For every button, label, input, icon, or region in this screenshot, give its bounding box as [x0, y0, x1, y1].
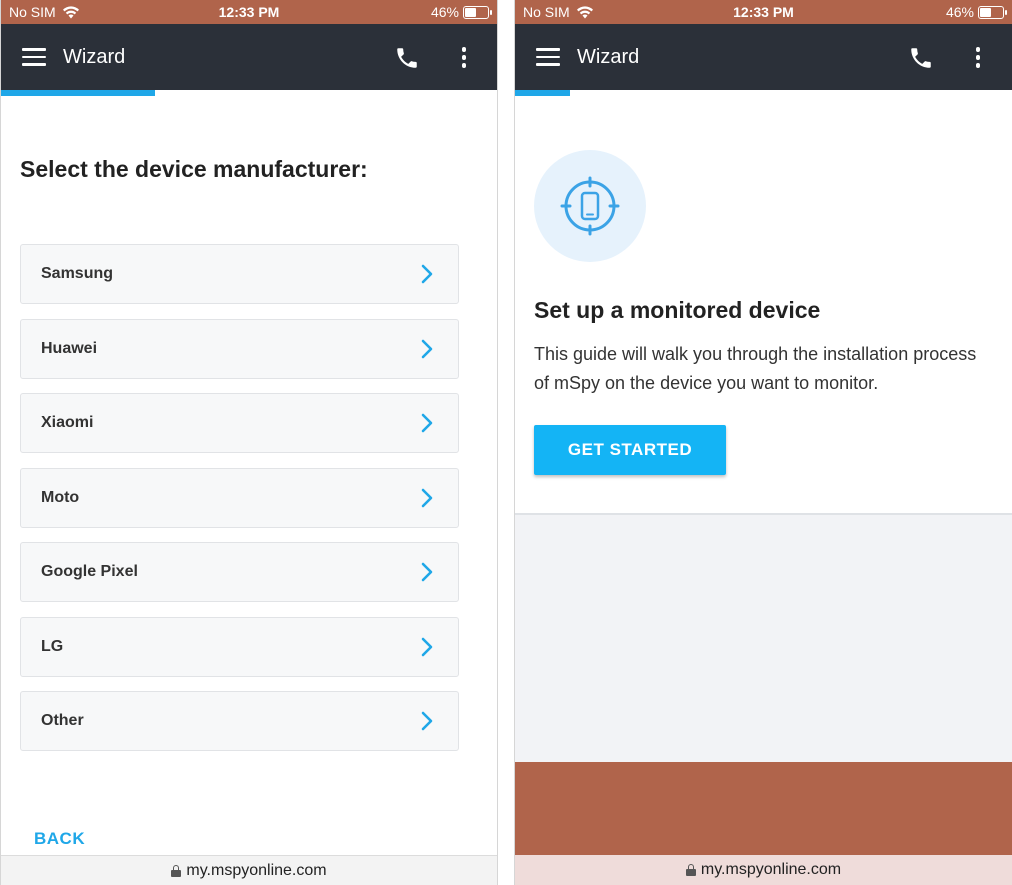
left-screen: No SIM 12:33 PM 46% Wizard Select the de… — [0, 0, 498, 885]
lock-icon — [685, 864, 696, 876]
battery-icon — [978, 5, 1007, 19]
manufacturer-item-other[interactable]: Other — [20, 691, 459, 751]
manufacturer-item-xiaomi[interactable]: Xiaomi — [20, 393, 459, 453]
url-text: my.mspyonline.com — [700, 861, 842, 878]
chevron-right-icon — [421, 711, 433, 731]
chevron-right-icon — [421, 339, 433, 358]
empty-background — [515, 513, 1012, 762]
manufacturer-list: Samsung Huawei Xiaomi Moto Google Pixel … — [20, 244, 459, 766]
lock-icon — [171, 864, 182, 877]
status-bar: No SIM 12:33 PM 46% — [1, 0, 497, 24]
menu-icon[interactable] — [22, 48, 46, 66]
url-bar[interactable]: my.mspyonline.com — [515, 855, 1012, 885]
menu-icon[interactable] — [536, 48, 560, 66]
clock: 12:33 PM — [733, 4, 794, 20]
manufacturer-label: Google Pixel — [41, 563, 138, 580]
wizard-progress — [1, 90, 497, 96]
target-phone-icon — [534, 150, 646, 262]
setup-description: This guide will walk you through the ins… — [534, 344, 977, 393]
url-bar[interactable]: my.mspyonline.com — [1, 855, 497, 885]
manufacturer-label: LG — [41, 637, 64, 655]
app-bar: Wizard — [1, 24, 497, 90]
chevron-right-icon — [421, 264, 433, 284]
manufacturer-label: Xiaomi — [41, 414, 94, 431]
battery-percent: 46% — [945, 4, 974, 20]
manufacturer-item-samsung[interactable]: Samsung — [20, 244, 459, 304]
redacted-area — [515, 762, 1012, 855]
chevron-right-icon — [421, 562, 433, 582]
clock: 12:33 PM — [218, 4, 280, 20]
battery-icon — [463, 5, 492, 19]
phone-icon[interactable] — [908, 45, 934, 71]
manufacturer-label: Samsung — [41, 265, 114, 282]
status-bar: No SIM 12:33 PM 46% — [515, 0, 1012, 24]
manufacturer-item-lg[interactable]: LG — [20, 616, 459, 677]
battery-percent: 46% — [430, 4, 459, 20]
app-title: Wizard — [577, 46, 640, 68]
app-bar: Wizard — [515, 24, 1012, 90]
get-started-button[interactable]: GET STARTED — [534, 425, 726, 475]
manufacturer-label: Other — [41, 712, 84, 729]
wizard-progress — [515, 90, 1012, 96]
more-vert-icon[interactable] — [456, 45, 472, 71]
manufacturer-item-google-pixel[interactable]: Google Pixel — [20, 542, 459, 602]
phone-icon[interactable] — [394, 45, 420, 71]
chevron-right-icon — [421, 637, 433, 656]
manufacturer-label: Huawei — [41, 339, 98, 357]
app-title: Wizard — [63, 46, 126, 68]
chevron-right-icon — [421, 488, 433, 507]
more-vert-icon[interactable] — [970, 45, 986, 71]
manufacturer-item-moto[interactable]: Moto — [20, 467, 459, 528]
right-screen: No SIM 12:33 PM 46% Wizard Set up a moni… — [514, 0, 1012, 885]
url-text: my.mspyonline.com — [186, 861, 327, 879]
setup-title: Set up a monitored device — [534, 297, 821, 323]
manufacturer-label: Moto — [41, 488, 80, 506]
page-title: Select the device manufacturer: — [20, 156, 368, 182]
manufacturer-item-huawei[interactable]: Huawei — [20, 318, 459, 379]
back-button[interactable]: BACK — [34, 829, 85, 849]
chevron-right-icon — [421, 413, 433, 433]
